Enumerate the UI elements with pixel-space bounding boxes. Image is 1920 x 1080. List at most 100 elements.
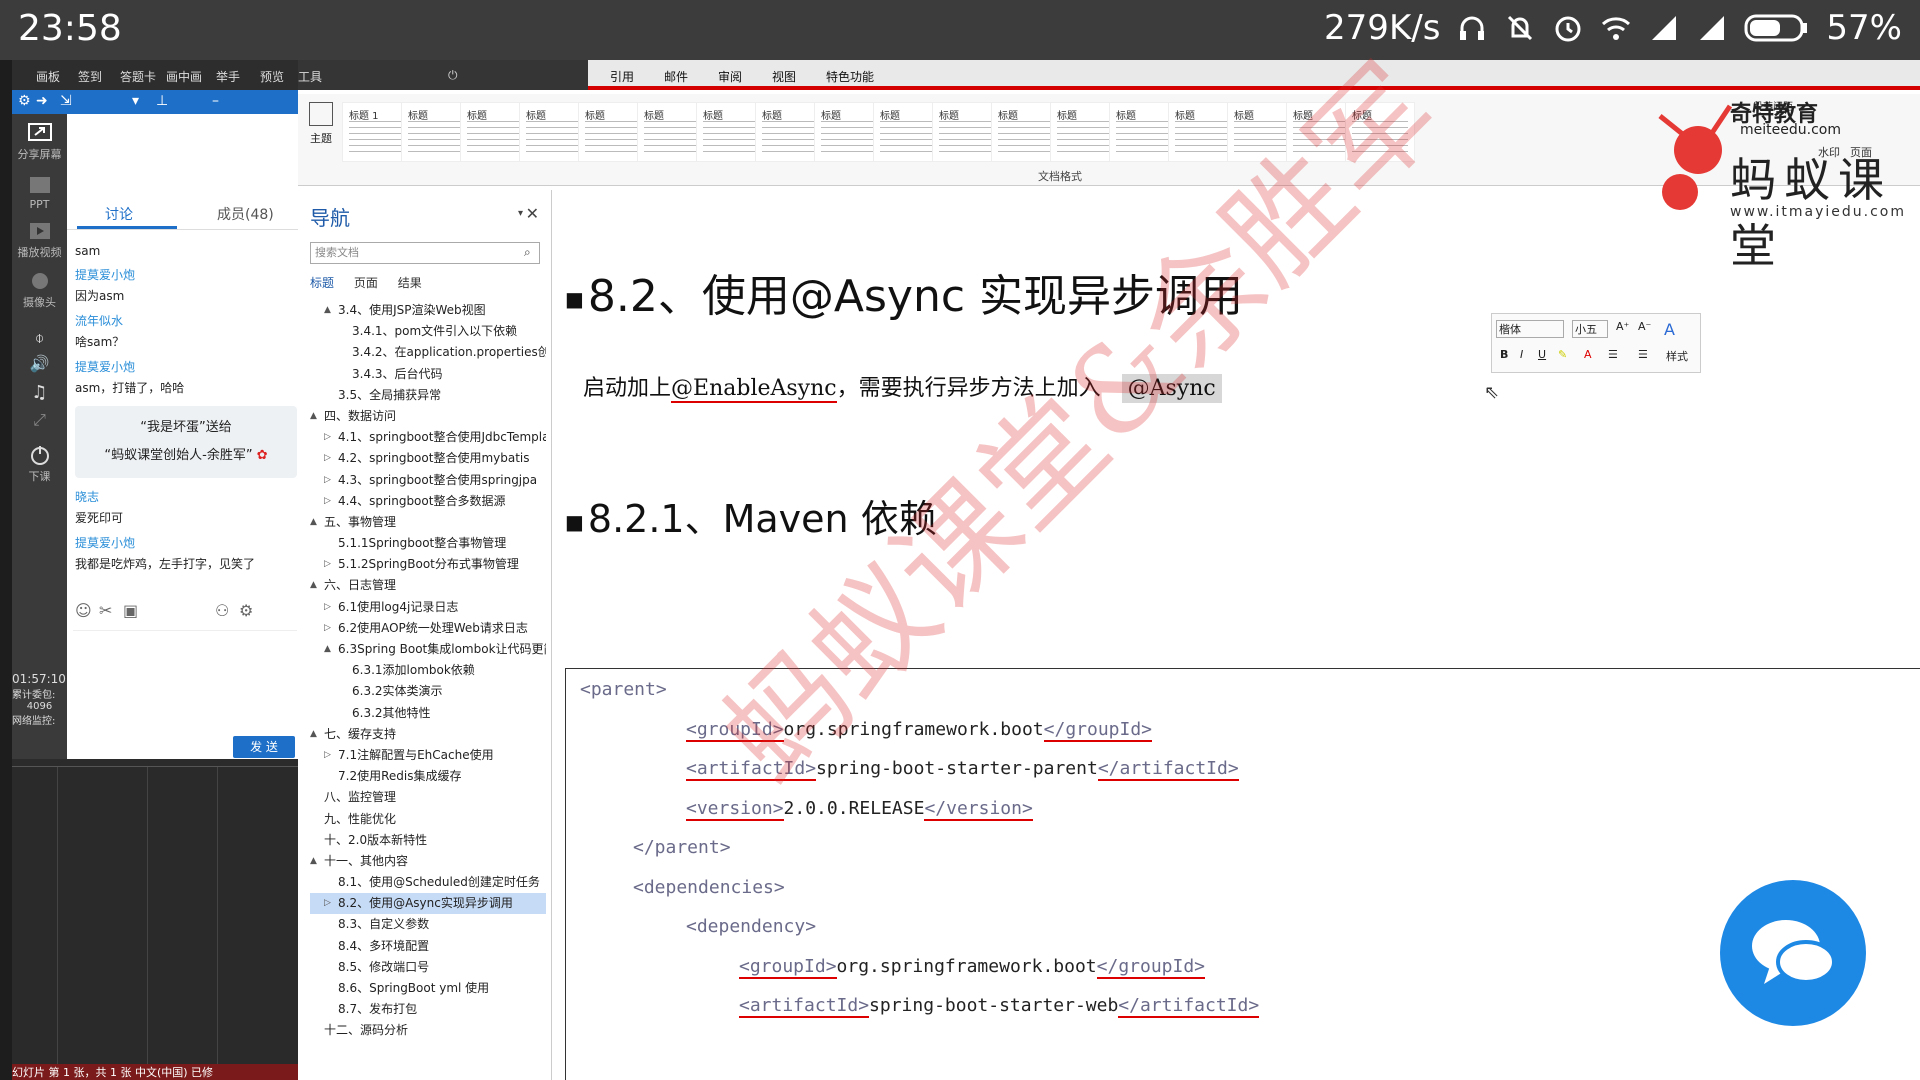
rail-camera[interactable]: 摄像头	[12, 270, 67, 310]
expand-arrow-icon[interactable]: ▷	[324, 554, 331, 575]
nav-item[interactable]: 8.5、修改端口号	[310, 957, 546, 978]
rail-mic[interactable]: ⌽	[12, 328, 67, 352]
nav-item[interactable]: ▷ 6.1使用log4j记录日志	[310, 597, 546, 618]
expand-arrow-icon[interactable]: ▷	[324, 491, 331, 512]
nav-item[interactable]: ▷ 6.2使用AOP统一处理Web请求日志	[310, 618, 546, 639]
nav-item[interactable]: 6.3.2实体类演示	[310, 681, 546, 702]
tab-answer-card[interactable]: 答题卡	[120, 68, 156, 85]
chat-user[interactable]: 流年似水	[75, 312, 297, 329]
nav-item[interactable]: ▷ 4.2、springboot整合使用mybatis	[310, 448, 546, 469]
nav-item[interactable]: 6.3.1添加lombok依赖	[310, 660, 546, 681]
nav-item[interactable]: 8.4、多环境配置	[310, 936, 546, 957]
power-icon[interactable]: ⏻	[448, 68, 458, 83]
chat-user[interactable]: 提莫爱小炮	[75, 266, 297, 283]
shrink-font-icon[interactable]: A⁻	[1638, 320, 1651, 333]
users-icon[interactable]: ⚇	[215, 601, 229, 620]
nav-item[interactable]: 3.4.2、在application.properties创建以下配置	[310, 342, 546, 363]
tab-review[interactable]: 审阅	[718, 68, 742, 85]
arrow-icon[interactable]: ➜	[36, 93, 48, 109]
styles-icon[interactable]: A	[1664, 320, 1675, 339]
nav-item[interactable]: 3.4.3、后台代码	[310, 364, 546, 385]
nav-item[interactable]: ▷ 4.4、springboot整合多数据源	[310, 491, 546, 512]
expand-arrow-icon[interactable]: ▷	[324, 448, 331, 469]
minimize-icon[interactable]: –	[212, 93, 219, 109]
tab-view[interactable]: 视图	[772, 68, 796, 85]
tab-pip[interactable]: 画中画	[166, 68, 202, 85]
expand-arrow-icon[interactable]: ▲	[310, 575, 317, 596]
nav-item[interactable]: ▲ 十一、其他内容	[310, 851, 546, 872]
tab-features[interactable]: 特色功能	[826, 68, 874, 85]
search-icon[interactable]: ⌕	[524, 245, 531, 260]
expand-arrow-icon[interactable]: ▲	[310, 406, 317, 427]
expand-arrow-icon[interactable]: ▷	[324, 618, 331, 639]
font-color-icon[interactable]: A	[1584, 348, 1592, 361]
tab-headings[interactable]: 标题	[310, 276, 334, 290]
tab-pages[interactable]: 页面	[354, 276, 378, 290]
tab-raise-hand[interactable]: 举手	[216, 68, 240, 85]
nav-item[interactable]: ▷ 8.2、使用@Async实现异步调用	[310, 893, 546, 915]
nav-item[interactable]: 十、2.0版本新特性	[310, 830, 546, 851]
chevron-down-icon[interactable]: ▾	[518, 208, 523, 219]
nav-item[interactable]: 7.2使用Redis集成缓存	[310, 766, 546, 787]
nav-item[interactable]: ▷ 4.1、springboot整合使用JdbcTemplate	[310, 427, 546, 448]
tab-checkin[interactable]: 签到	[78, 68, 102, 85]
italic-icon[interactable]: I	[1520, 348, 1523, 361]
rail-end-class[interactable]: 下课	[12, 444, 67, 484]
expand-arrow-icon[interactable]: ▷	[324, 893, 331, 914]
nav-item[interactable]: ▲ 3.4、使用JSP渲染Web视图	[310, 300, 546, 321]
tab-references[interactable]: 引用	[610, 68, 634, 85]
chat-bubble-button[interactable]	[1720, 880, 1866, 1026]
scissors-icon[interactable]: ✂	[99, 601, 112, 620]
chevron-down-icon[interactable]: ▾	[132, 93, 139, 109]
rail-fullscreen[interactable]: ⤢	[12, 410, 67, 434]
chat-user[interactable]: 提莫爱小炮	[75, 534, 297, 551]
expand-arrow-icon[interactable]: ▲	[310, 851, 317, 872]
nav-item[interactable]: 8.1、使用@Scheduled创建定时任务	[310, 872, 546, 893]
document-page[interactable]: ■8.2、使用@Async 实现异步调用 启动加上@EnableAsync，需要…	[553, 190, 1920, 1080]
nav-item[interactable]: ▷ 4.3、springboot整合使用springjpa	[310, 470, 546, 491]
nav-item[interactable]: 九、性能优化	[310, 809, 546, 830]
nav-item[interactable]: ▲ 6.3Spring Boot集成lombok让代码更简洁	[310, 639, 546, 660]
nav-item[interactable]: ▲ 四、数据访问	[310, 406, 546, 427]
tab-preview[interactable]: 预览	[260, 68, 284, 85]
nav-item[interactable]: 8.7、发布打包	[310, 999, 546, 1020]
tab-draw[interactable]: 画板	[36, 68, 60, 85]
nav-item[interactable]: 6.3.2其他特性	[310, 703, 546, 724]
expand-arrow-icon[interactable]: ▲	[324, 639, 331, 660]
expand-arrow-icon[interactable]: ▷	[324, 427, 331, 448]
send-button[interactable]: 发 送	[233, 736, 295, 758]
nav-item[interactable]: ▷ 5.1.2SpringBoot分布式事物管理	[310, 554, 546, 575]
bullets-icon[interactable]: ☰	[1608, 348, 1618, 361]
close-icon[interactable]: ✕	[526, 204, 539, 223]
nav-search-input[interactable]: 搜索文档	[310, 242, 540, 264]
chat-user[interactable]: 晓志	[75, 488, 297, 505]
share-icon[interactable]: ⇲	[60, 93, 72, 109]
nav-item[interactable]: ▲ 七、缓存支持	[310, 724, 546, 745]
chat-input[interactable]	[73, 630, 297, 730]
nav-item[interactable]: ▲ 五、事物管理	[310, 512, 546, 533]
rail-speaker[interactable]: 🔊	[12, 354, 67, 378]
numbering-icon[interactable]: ☰	[1638, 348, 1648, 361]
rail-video[interactable]: 播放视频	[12, 220, 67, 260]
tab-tool[interactable]: 工具	[298, 68, 322, 85]
size-select[interactable]: 小五	[1572, 320, 1608, 338]
font-select[interactable]: 楷体	[1496, 320, 1564, 338]
grow-font-icon[interactable]: A⁺	[1616, 320, 1629, 333]
nav-item[interactable]: 3.4.1、pom文件引入以下依赖	[310, 321, 546, 342]
bold-icon[interactable]: B	[1500, 348, 1508, 361]
underline-icon[interactable]: U	[1538, 348, 1546, 361]
nav-item[interactable]: 八、监控管理	[310, 787, 546, 808]
nav-item[interactable]: 8.6、SpringBoot yml 使用	[310, 978, 546, 999]
rail-ppt[interactable]: PPT	[12, 174, 67, 211]
rail-music[interactable]: ♫	[12, 382, 67, 406]
nav-item[interactable]: 3.5、全局捕获异常	[310, 385, 546, 406]
highlight-icon[interactable]: ✎	[1558, 348, 1567, 361]
image-icon[interactable]: ▣	[123, 601, 138, 620]
style-tile[interactable]: 标题	[1345, 102, 1415, 162]
nav-item[interactable]: 十二、源码分析	[310, 1020, 546, 1041]
expand-arrow-icon[interactable]: ▲	[310, 724, 317, 745]
tab-discuss[interactable]: 讨论	[105, 204, 133, 224]
expand-arrow-icon[interactable]: ▲	[310, 512, 317, 533]
tab-mail[interactable]: 邮件	[664, 68, 688, 85]
emoji-icon[interactable]: ☺	[75, 601, 92, 620]
